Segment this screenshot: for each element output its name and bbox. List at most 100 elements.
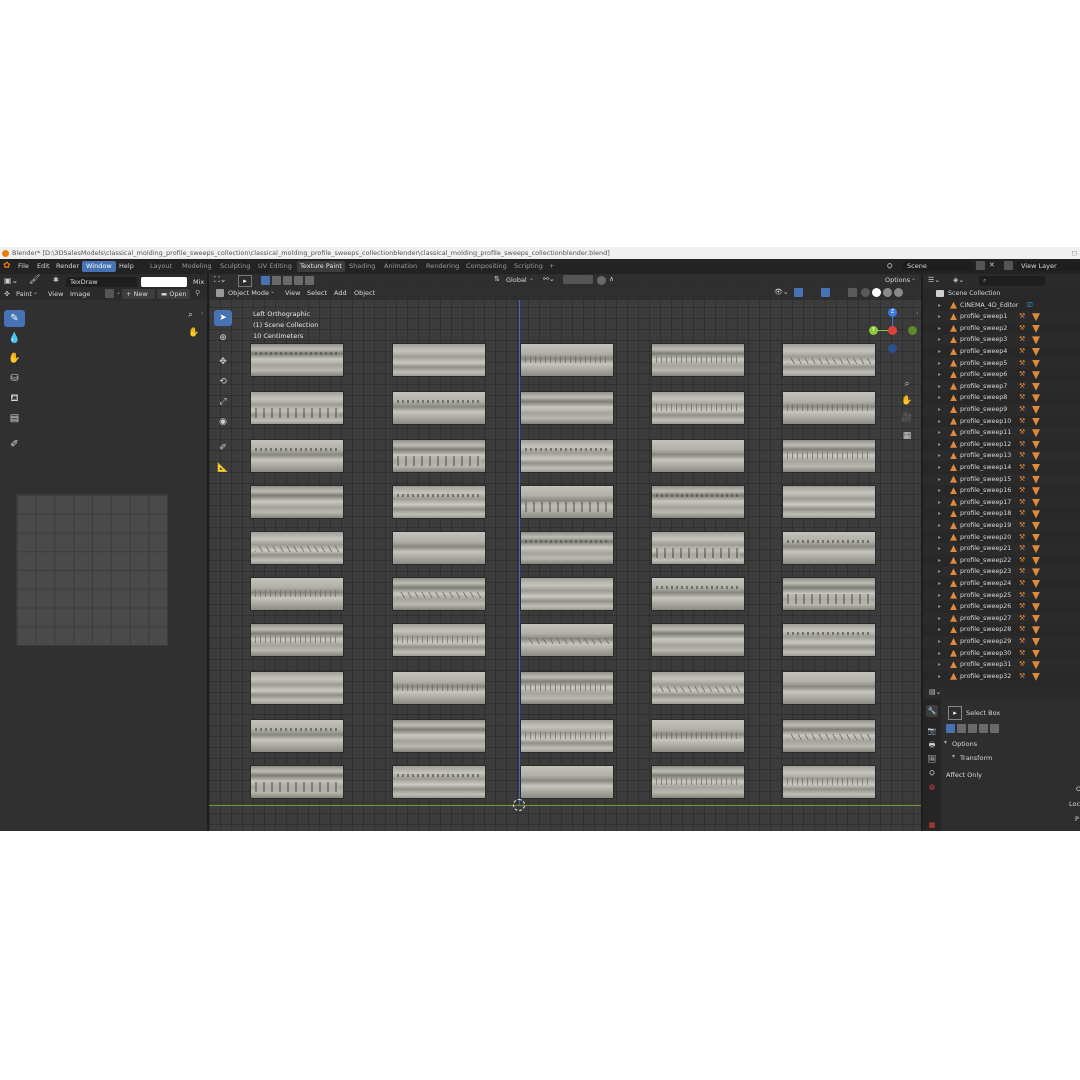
outliner-item-row[interactable]: ▸ profile_sweep21 ⚒	[923, 543, 1080, 555]
tool-annotate[interactable]: ✐	[214, 440, 232, 456]
expand-arrow-icon[interactable]: ▸	[938, 555, 941, 567]
molding-profile-object[interactable]	[520, 765, 614, 799]
expand-arrow-icon[interactable]: ▸	[938, 520, 941, 532]
molding-profile-object[interactable]	[651, 623, 745, 657]
menu-file[interactable]: File	[14, 261, 33, 272]
molding-profile-object[interactable]	[520, 623, 614, 657]
tool-mask[interactable]: ▤	[4, 410, 25, 427]
editor-type-icon[interactable]: ☰⌄	[928, 276, 940, 284]
tool-transform[interactable]: ◉	[214, 414, 232, 430]
shading-wireframe-icon[interactable]	[861, 288, 870, 297]
expand-arrow-icon[interactable]: ▸	[938, 346, 941, 358]
gizmo-x-icon[interactable]	[888, 326, 897, 335]
color-swatch[interactable]	[141, 277, 187, 287]
molding-profile-object[interactable]	[392, 765, 486, 799]
window-controls-icon[interactable]: ◻	[1072, 247, 1077, 259]
transform-expand-icon[interactable]: ▾	[952, 753, 955, 760]
expand-arrow-icon[interactable]: ▸	[938, 613, 941, 625]
outliner-item-row[interactable]: ▸ profile_sweep11 ⚒	[923, 427, 1080, 439]
outliner-item-row[interactable]: ▸ profile_sweep18 ⚒	[923, 508, 1080, 520]
select-tool-icon[interactable]: ▸	[238, 275, 252, 287]
molding-profile-object[interactable]	[392, 485, 486, 519]
expand-arrow-icon[interactable]: ▸	[938, 381, 941, 393]
view-layer-tab-icon[interactable]: 🖼	[926, 753, 938, 765]
editor-type-icon[interactable]: ▣⌄	[4, 276, 18, 285]
mode-intersect-icon[interactable]	[990, 724, 999, 733]
molding-profile-object[interactable]	[651, 391, 745, 425]
molding-profile-object[interactable]	[250, 343, 344, 377]
brush-settings-icon[interactable]: ✱	[53, 276, 59, 284]
mode-subtract-icon[interactable]	[968, 724, 977, 733]
outliner-item-row[interactable]: ▸ profile_sweep14 ⚒	[923, 462, 1080, 474]
tab-sculpting[interactable]: Sculpting	[217, 261, 253, 272]
shading-solid-icon[interactable]	[872, 288, 881, 297]
molding-profile-object[interactable]	[651, 531, 745, 565]
molding-profile-object[interactable]	[250, 765, 344, 799]
expand-arrow-icon[interactable]: ▸	[938, 334, 941, 346]
molding-profile-object[interactable]	[782, 485, 876, 519]
menu-image[interactable]: Image	[70, 290, 90, 298]
mode-invert-icon[interactable]	[979, 724, 988, 733]
render-tab-icon[interactable]: 📷	[926, 725, 938, 737]
tool-smear[interactable]: ✋	[4, 350, 25, 367]
molding-profile-object[interactable]	[520, 485, 614, 519]
expand-arrow-icon[interactable]: ▸	[938, 439, 941, 451]
molding-profile-object[interactable]	[392, 671, 486, 705]
close-scene-icon[interactable]: ✕	[989, 261, 995, 269]
tool-fill[interactable]: ⛾	[4, 390, 25, 407]
outliner-item-row[interactable]: ▸ CINEMA_4D_Editor ⎚	[923, 300, 1080, 312]
shading-rendered-icon[interactable]	[894, 288, 903, 297]
molding-profile-object[interactable]	[651, 671, 745, 705]
menu-view[interactable]: View	[48, 290, 63, 298]
outliner-item-row[interactable]: ▸ profile_sweep17 ⚒	[923, 496, 1080, 509]
molding-profile-object[interactable]	[782, 439, 876, 473]
scene-selector[interactable]: Scene	[903, 261, 973, 271]
view-layer-selector[interactable]: View Layer	[1017, 261, 1080, 271]
molding-profile-object[interactable]	[651, 719, 745, 753]
menu-add[interactable]: Add	[334, 289, 347, 297]
copy-scene-icon[interactable]	[976, 261, 985, 270]
molding-profile-object[interactable]	[392, 531, 486, 565]
expand-arrow-icon[interactable]: ▸	[938, 427, 941, 439]
tool-cursor[interactable]: ⊕	[214, 330, 232, 346]
new-image-button[interactable]: + New	[122, 289, 155, 299]
menu-object[interactable]: Object	[354, 289, 375, 297]
expand-arrow-icon[interactable]: ▸	[938, 311, 941, 323]
tab-compositing[interactable]: Compositing	[463, 261, 510, 272]
sidebar-toggle-icon[interactable]: ‹	[201, 310, 203, 317]
expand-arrow-icon[interactable]: ▸	[938, 300, 941, 312]
transform-subpanel-header[interactable]: Transform	[960, 754, 992, 762]
outliner-item-row[interactable]: ▸ profile_sweep22 ⚒	[923, 555, 1080, 567]
molding-profile-object[interactable]	[250, 719, 344, 753]
molding-profile-object[interactable]	[651, 343, 745, 377]
molding-profile-object[interactable]	[782, 623, 876, 657]
molding-profile-object[interactable]	[250, 577, 344, 611]
paint-mode-icon[interactable]: ✜	[4, 290, 10, 298]
brush-name-field[interactable]: TexDraw	[66, 277, 137, 287]
molding-profile-object[interactable]	[250, 671, 344, 705]
molding-profile-object[interactable]	[392, 623, 486, 657]
expand-arrow-icon[interactable]: ▸	[938, 369, 941, 381]
molding-profile-object[interactable]	[782, 391, 876, 425]
outliner-item-row[interactable]: ▸ profile_sweep3 ⚒	[923, 334, 1080, 346]
expand-arrow-icon[interactable]: ▸	[938, 636, 941, 648]
molding-profile-object[interactable]	[520, 343, 614, 377]
mode-dropdown-icon[interactable]: ⌄	[270, 288, 275, 295]
expand-arrow-icon[interactable]: ▸	[938, 474, 941, 486]
outliner-item-row[interactable]: ▸ profile_sweep10 ⚒	[923, 416, 1080, 428]
tool-measure[interactable]: 📐	[214, 460, 232, 476]
open-image-button[interactable]: ▬ Open	[157, 289, 190, 299]
expand-arrow-icon[interactable]: ▸	[938, 450, 941, 462]
molding-profile-object[interactable]	[782, 577, 876, 611]
select-mode-extend-icon[interactable]	[272, 276, 281, 285]
molding-profile-object[interactable]	[782, 671, 876, 705]
tool-select[interactable]: ➤	[214, 310, 232, 326]
pin-icon[interactable]: ⚲	[195, 289, 200, 297]
tool-annotate[interactable]: ✐	[4, 436, 25, 453]
options-dropdown[interactable]: Options	[885, 276, 910, 284]
outliner-item-row[interactable]: ▸ profile_sweep24 ⚒	[923, 578, 1080, 590]
molding-profile-object[interactable]	[520, 577, 614, 611]
gizmo-y-icon[interactable]: Y	[869, 326, 878, 335]
expand-arrow-icon[interactable]: ▸	[938, 497, 941, 509]
gizmo-z-icon[interactable]: Z	[888, 308, 897, 317]
